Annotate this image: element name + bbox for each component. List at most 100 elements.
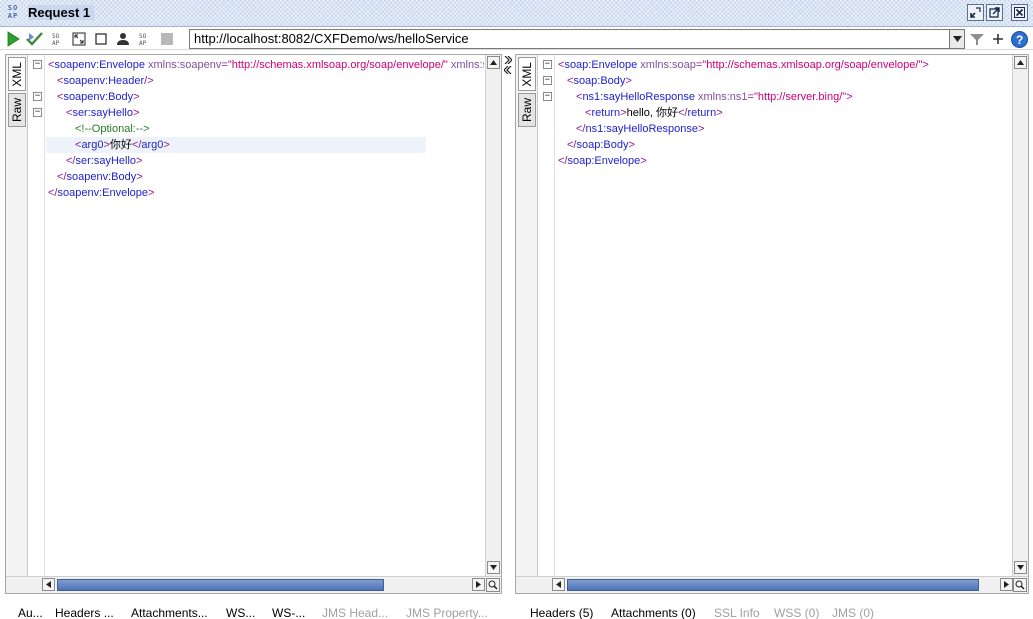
magnifier-icon	[1015, 580, 1025, 590]
code-token: >	[922, 59, 929, 71]
tab-jms-headers[interactable]: JMS Head...	[322, 606, 388, 619]
run-all-button[interactable]	[26, 30, 44, 48]
chevron-up-icon	[490, 60, 497, 65]
run-button[interactable]	[4, 30, 22, 48]
fold-toggle-icon[interactable]: −	[543, 60, 552, 69]
code-token: >	[716, 107, 723, 119]
zoom-button[interactable]	[486, 578, 500, 592]
scroll-right-button[interactable]	[1000, 578, 1013, 591]
code-token: "http://schemas.xmlsoap.org/soap/envelop…	[702, 59, 923, 71]
disabled-icon	[161, 33, 173, 45]
code-token: "http://schemas.xmlsoap.org/soap/envelop…	[227, 59, 448, 71]
code-token: </	[131, 139, 142, 151]
response-xml-viewer[interactable]: <soap:Envelope xmlns:soap="http://schema…	[556, 55, 1011, 576]
code-line[interactable]: </soap:Body>	[567, 137, 635, 153]
help-button[interactable]: ?	[1010, 30, 1028, 48]
soap-action-button[interactable]: SO AP	[49, 30, 67, 48]
svg-text:AP: AP	[52, 40, 60, 46]
chevron-up-icon	[1017, 60, 1024, 65]
tab-ws-addressing[interactable]: WS-...	[272, 606, 305, 619]
code-line[interactable]: <return>hello, 你好</return>	[585, 105, 723, 121]
add-button[interactable]	[989, 30, 1007, 48]
code-token: >	[163, 139, 170, 151]
code-line[interactable]: <soapenv:Body>	[57, 89, 140, 105]
request-vertical-scrollbar[interactable]	[485, 55, 501, 576]
tab-response-headers[interactable]: Headers (5)	[530, 606, 593, 619]
tab-request-raw[interactable]: Raw	[8, 93, 26, 127]
add-icon	[993, 34, 1003, 44]
scroll-down-button[interactable]	[1014, 561, 1027, 574]
close-button[interactable]	[1011, 4, 1028, 21]
code-token: ser:sayHello	[75, 155, 137, 167]
tab-jms[interactable]: JMS (0)	[832, 606, 874, 619]
response-viewer-panel: XML Raw − − − <soap:Envelope xmlns:soap="h…	[515, 54, 1029, 594]
tab-label: XML	[10, 61, 24, 87]
scroll-left-button[interactable]	[42, 578, 55, 591]
disabled-button[interactable]	[158, 30, 176, 48]
tab-request-headers[interactable]: Headers ...	[55, 606, 114, 619]
fold-toggle-icon[interactable]: −	[33, 108, 42, 117]
scroll-left-button[interactable]	[552, 578, 565, 591]
request-xml-editor[interactable]: <soapenv:Envelope xmlns:soapenv="http://…	[46, 55, 484, 576]
endpoint-url-input[interactable]: http://localhost:8082/CXFDemo/ws/helloSe…	[189, 29, 950, 49]
horizontal-scroll-thumb[interactable]	[57, 579, 384, 591]
settings-icon	[970, 34, 984, 45]
request-horizontal-scrollbar[interactable]	[6, 576, 501, 593]
code-token: ser:sayHello	[72, 107, 133, 119]
tab-jms-property[interactable]: JMS Property...	[406, 606, 488, 619]
tab-response-xml[interactable]: XML	[518, 57, 536, 91]
code-line[interactable]: </soapenv:Body>	[57, 169, 143, 185]
scroll-right-button[interactable]	[472, 578, 485, 591]
scroll-up-button[interactable]	[487, 56, 500, 69]
code-line[interactable]: <soapenv:Header/>	[57, 73, 154, 89]
code-line[interactable]: <soapenv:Envelope xmlns:soapenv="http://…	[48, 57, 484, 73]
svg-text:?: ?	[1016, 33, 1023, 47]
tab-response-attachments[interactable]: Attachments (0)	[611, 606, 696, 619]
tab-response-raw[interactable]: Raw	[518, 93, 536, 127]
scroll-down-button[interactable]	[487, 561, 500, 574]
tab-wss[interactable]: WSS (0)	[774, 606, 819, 619]
code-line[interactable]: </soap:Envelope>	[558, 153, 647, 169]
code-token: >	[640, 155, 647, 167]
zoom-button[interactable]	[1013, 578, 1027, 592]
response-vertical-scrollbar[interactable]	[1012, 55, 1028, 576]
code-line[interactable]: </ser:sayHello>	[66, 153, 142, 169]
fold-toggle-icon[interactable]: −	[33, 60, 42, 69]
stop-button[interactable]	[92, 30, 110, 48]
code-line[interactable]: <ns1:sayHelloResponse xmlns:ns1="http://…	[576, 89, 853, 105]
code-token: >	[846, 91, 853, 103]
code-token: xmlns:soap	[640, 59, 696, 71]
code-line[interactable]: <!--Optional:-->	[75, 121, 150, 137]
horizontal-scroll-thumb[interactable]	[567, 579, 979, 591]
code-line[interactable]: </soapenv:Envelope>	[48, 185, 154, 201]
fold-toggle-icon[interactable]: −	[543, 92, 552, 101]
tab-ssl-info[interactable]: SSL Info	[714, 606, 760, 619]
fold-toggle-icon[interactable]: −	[33, 92, 42, 101]
endpoint-dropdown-button[interactable]	[950, 29, 965, 49]
code-token: >	[132, 107, 140, 119]
minimize-button[interactable]	[967, 4, 984, 21]
request-toolbar: SO AP SO AP http://localhost:8082/CXFDemo/…	[0, 28, 1033, 50]
scroll-up-button[interactable]	[1014, 56, 1027, 69]
response-horizontal-scrollbar[interactable]	[516, 576, 1028, 593]
maximize-button[interactable]	[986, 4, 1003, 21]
collapse-left-icon	[504, 66, 512, 74]
settings-button[interactable]	[968, 30, 986, 48]
soap-config-button[interactable]: SO AP	[136, 30, 154, 48]
code-token: >	[136, 155, 143, 167]
code-token: ns1:sayHelloResponse	[585, 123, 698, 135]
code-line[interactable]: <soap:Body>	[567, 73, 632, 89]
user-button[interactable]	[114, 30, 132, 48]
code-line[interactable]: <ser:sayHello>	[66, 105, 139, 121]
fit-button[interactable]	[70, 30, 88, 48]
code-line[interactable]: <arg0>你好</arg0>	[75, 137, 170, 153]
tab-request-xml[interactable]: XML	[8, 57, 26, 91]
panel-splitter[interactable]	[503, 54, 513, 594]
tab-auth[interactable]: Au...	[18, 606, 43, 619]
code-token: xmlns:soapenv	[148, 59, 222, 71]
code-line[interactable]: <soap:Envelope xmlns:soap="http://schema…	[558, 57, 929, 73]
tab-ws[interactable]: WS...	[226, 606, 255, 619]
code-line[interactable]: </ns1:sayHelloResponse>	[576, 121, 704, 137]
tab-request-attachments[interactable]: Attachments...	[131, 606, 208, 619]
fold-toggle-icon[interactable]: −	[543, 76, 552, 85]
